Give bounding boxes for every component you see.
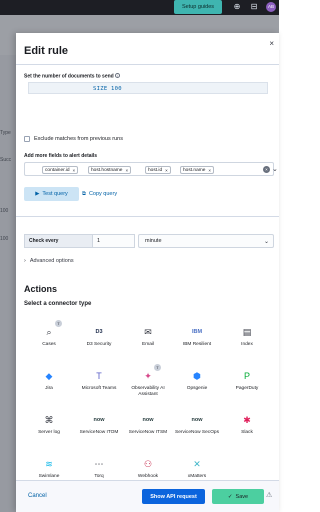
pagerduty-icon: P bbox=[243, 371, 250, 381]
connector-label: ServiceNow SecOps bbox=[175, 430, 219, 435]
swimlane-icon: ≋ bbox=[45, 458, 53, 469]
chevron-down-icon: ⌄ bbox=[263, 239, 269, 245]
servicenow-icon: now bbox=[93, 417, 105, 423]
connector-label: Jira bbox=[45, 386, 53, 391]
connector-card[interactable]: now ServiceNow SecOps bbox=[174, 409, 220, 449]
connector-card[interactable]: ✉ Email bbox=[125, 321, 171, 361]
connector-card[interactable]: ▤ Index bbox=[224, 321, 270, 361]
ibm-icon: IBM bbox=[191, 329, 203, 335]
copy-icon: ⧉ bbox=[82, 190, 86, 197]
field-pill[interactable]: host.id × bbox=[145, 166, 171, 174]
interval-unit-select[interactable]: minute ⌄ bbox=[138, 234, 274, 248]
fields-label: Add more fields to alert details bbox=[24, 153, 98, 159]
flyout-footer: Cancel Show API request ✓ Save ⚠ bbox=[16, 480, 279, 512]
tech-preview-badge: T bbox=[55, 320, 62, 327]
advanced-options-toggle[interactable]: › Advanced options bbox=[24, 258, 74, 264]
edit-rule-flyout: × Edit rule Set the number of documents … bbox=[16, 33, 279, 512]
connector-label: ServiceNow ITSM bbox=[128, 430, 168, 435]
header-divider bbox=[16, 64, 279, 65]
close-icon[interactable]: × bbox=[269, 39, 274, 48]
test-query-button[interactable]: ▶ Test query bbox=[24, 187, 79, 201]
remove-field-icon[interactable]: × bbox=[125, 168, 128, 173]
copy-query-button[interactable]: ⧉ Copy query bbox=[82, 187, 117, 201]
connector-card[interactable]: ⌕ T Cases bbox=[26, 320, 72, 361]
connector-card[interactable]: P PagerDuty bbox=[224, 365, 270, 405]
connector-card[interactable]: ⬢ Opsgenie bbox=[174, 365, 220, 405]
connector-type-heading: Select a connector type bbox=[24, 301, 92, 307]
section-divider bbox=[16, 216, 279, 217]
remove-field-icon[interactable]: × bbox=[73, 168, 76, 173]
connector-label: Cases bbox=[42, 342, 56, 347]
exclude-matches-row[interactable]: Exclude matches from previous runs bbox=[24, 136, 123, 142]
help-icon[interactable]: ⊕ bbox=[232, 2, 242, 12]
connector-label: IBM Resilient bbox=[182, 342, 212, 347]
server-log-icon: ⌘ bbox=[44, 414, 54, 425]
email-icon: ✉ bbox=[144, 326, 152, 337]
query-editor[interactable]: SIZE 100 bbox=[28, 82, 268, 94]
chevron-right-icon: › bbox=[24, 258, 26, 264]
clear-icon[interactable]: × bbox=[263, 166, 270, 173]
exclude-matches-label: Exclude matches from previous runs bbox=[34, 136, 123, 142]
connector-card[interactable]: now ServiceNow ITSM bbox=[125, 409, 171, 449]
torq-icon: ⋯ bbox=[94, 458, 104, 469]
play-icon: ▶ bbox=[35, 191, 40, 197]
newsfeed-icon[interactable]: ⊟ bbox=[249, 2, 259, 12]
connector-card[interactable]: D3 D3 Security bbox=[76, 321, 122, 361]
tech-preview-badge: T bbox=[154, 364, 161, 371]
page-title: Edit rule bbox=[24, 45, 69, 57]
connector-label: Server log bbox=[38, 430, 60, 435]
xmatters-icon: ✕ bbox=[193, 458, 201, 469]
connector-label: Slack bbox=[241, 430, 253, 435]
warning-icon[interactable]: ⚠ bbox=[266, 491, 272, 499]
connector-card[interactable]: T Microsoft Teams bbox=[76, 365, 122, 405]
connector-card[interactable]: ✱ Slack bbox=[224, 409, 270, 449]
connector-label: D3 Security bbox=[86, 342, 112, 347]
check-interval-input[interactable]: 1 bbox=[92, 234, 135, 248]
avatar[interactable]: AB bbox=[266, 2, 276, 12]
info-icon: i bbox=[114, 73, 120, 78]
setup-guides-button[interactable]: Setup guides bbox=[174, 0, 222, 14]
exclude-matches-checkbox[interactable] bbox=[24, 136, 30, 142]
servicenow-icon: now bbox=[142, 417, 154, 423]
servicenow-icon: now bbox=[191, 417, 203, 423]
chevron-down-icon[interactable]: ⌄ bbox=[272, 165, 278, 173]
webhook-icon: ⚇ bbox=[143, 458, 153, 469]
connector-card[interactable]: IBM IBM Resilient bbox=[174, 321, 220, 361]
jira-icon: ◆ bbox=[45, 370, 53, 381]
index-icon: ▤ bbox=[242, 326, 252, 337]
slack-icon: ✱ bbox=[243, 414, 251, 425]
connector-label: PagerDuty bbox=[235, 386, 259, 391]
remove-field-icon[interactable]: × bbox=[208, 168, 211, 173]
query-code[interactable]: SIZE 100 bbox=[93, 86, 122, 92]
fields-combobox[interactable]: container.id × host.hostname × host.id × ho… bbox=[24, 162, 278, 176]
teams-icon: T bbox=[96, 371, 102, 381]
remove-field-icon[interactable]: × bbox=[165, 168, 168, 173]
field-pill[interactable]: host.name × bbox=[180, 166, 215, 174]
connector-label: Opsgenie bbox=[186, 386, 208, 391]
cases-icon: ⌕ T bbox=[42, 320, 62, 339]
flyout-body: Set the number of documents to send i SIZ… bbox=[16, 69, 279, 479]
cancel-button[interactable]: Cancel bbox=[28, 493, 47, 499]
connector-card[interactable]: ✦ T Observability AI Assistant bbox=[125, 364, 171, 405]
connector-label: Microsoft Teams bbox=[81, 386, 117, 391]
connector-label: Email bbox=[142, 342, 154, 347]
field-pill[interactable]: container.id × bbox=[42, 166, 79, 174]
opsgenie-icon: ⬢ bbox=[193, 370, 201, 381]
d3-icon: D3 bbox=[95, 329, 103, 335]
top-nav-bar: Setup guides ⊕ ⊟ AB bbox=[0, 0, 279, 15]
ai-assistant-icon: ✦ T bbox=[141, 364, 161, 383]
connector-label: Observability AI Assistant bbox=[131, 386, 165, 397]
size-label: Set the number of documents to send i bbox=[24, 73, 120, 80]
show-api-request-button[interactable]: Show API request bbox=[142, 489, 205, 504]
connector-label: Index bbox=[241, 342, 253, 347]
save-button[interactable]: ✓ Save bbox=[212, 489, 264, 504]
connector-card[interactable]: ⌘ Server log bbox=[26, 409, 72, 449]
check-every-label: Check every bbox=[24, 234, 92, 248]
field-pill[interactable]: host.hostname × bbox=[88, 166, 132, 174]
check-icon: ✓ bbox=[227, 493, 233, 500]
connector-card[interactable]: now ServiceNow ITOM bbox=[76, 409, 122, 449]
connector-card[interactable]: ◆ Jira bbox=[26, 365, 72, 405]
actions-heading: Actions bbox=[24, 284, 58, 294]
connector-label: ServiceNow ITOM bbox=[79, 430, 119, 435]
